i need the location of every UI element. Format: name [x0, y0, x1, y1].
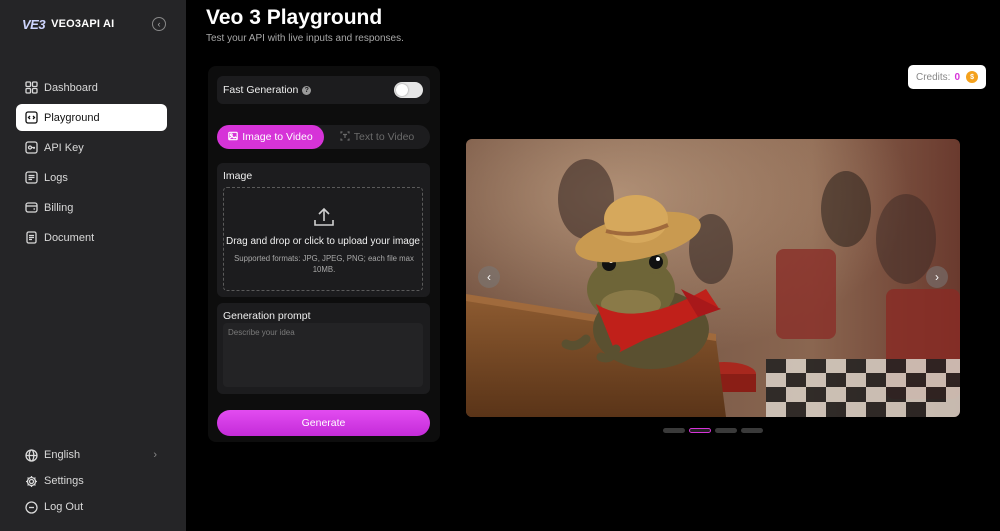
preview-image	[466, 139, 960, 417]
tab-label: Text to Video	[353, 131, 415, 143]
carousel-next-button[interactable]: ›	[926, 266, 948, 288]
sidebar-item-label: Logs	[44, 171, 68, 184]
text-frame-icon	[340, 130, 350, 144]
carousel-dot[interactable]	[741, 428, 763, 433]
language-label: English	[44, 449, 81, 461]
carousel-prev-button[interactable]: ‹	[478, 266, 500, 288]
sidebar-item-billing[interactable]: Billing	[16, 194, 167, 221]
wallet-icon	[24, 201, 38, 215]
sidebar-item-label: Settings	[44, 475, 84, 487]
sidebar-item-document[interactable]: Document	[16, 224, 167, 251]
carousel-dot[interactable]	[663, 428, 685, 433]
mode-tabs: Image to Video Text to Video	[217, 125, 430, 149]
carousel-dot[interactable]	[715, 428, 737, 433]
image-upload-card: Image Drag and drop or click to upload y…	[217, 163, 430, 297]
sidebar-item-api-key[interactable]: API Key	[16, 134, 167, 161]
sidebar-item-settings[interactable]: Settings	[16, 468, 167, 494]
fast-generation-label: Fast Generation	[223, 84, 299, 96]
coin-icon: $	[966, 71, 979, 83]
gear-icon	[24, 474, 38, 488]
sidebar-item-label: Dashboard	[44, 81, 98, 94]
generate-button[interactable]: Generate	[217, 410, 430, 436]
brand-name: VEO3API AI	[51, 18, 115, 30]
sidebar-item-label: Playground	[44, 111, 100, 124]
logout-button[interactable]: Log Out	[16, 494, 167, 520]
tab-text-to-video[interactable]: Text to Video	[324, 125, 430, 149]
brand-logo: VE3	[22, 16, 46, 32]
sidebar-item-label: API Key	[44, 141, 84, 154]
logs-icon	[24, 171, 38, 185]
chevron-right-icon: ›	[153, 449, 157, 461]
chevron-right-icon: ›	[935, 270, 939, 284]
sidebar-item-label: Log Out	[44, 501, 84, 513]
tab-label: Image to Video	[242, 131, 313, 143]
toggle-knob	[396, 84, 408, 96]
prompt-card: Generation prompt	[217, 303, 430, 394]
sidebar-item-playground[interactable]: Playground	[16, 104, 167, 131]
sidebar-item-dashboard[interactable]: Dashboard	[16, 74, 167, 101]
dropzone-text: Drag and drop or click to upload your im…	[226, 236, 420, 247]
fast-generation-row: Fast Generation ?	[217, 76, 430, 104]
page-subtitle: Test your API with live inputs and respo…	[206, 33, 404, 44]
chevron-left-icon: ‹	[487, 270, 491, 284]
grid-icon	[24, 81, 38, 95]
sidebar-bottom: English › Settings Log Out	[16, 442, 167, 520]
fast-generation-toggle[interactable]	[394, 82, 423, 98]
sidebar: VE3 VEO3API AI ‹ Dashboard Playground AP…	[0, 0, 186, 531]
credits-badge[interactable]: Credits: 0 $	[908, 65, 986, 89]
sidebar-item-logs[interactable]: Logs	[16, 164, 167, 191]
image-dropzone[interactable]: Drag and drop or click to upload your im…	[223, 187, 423, 291]
credits-label: Credits:	[916, 71, 951, 83]
help-icon[interactable]: ?	[302, 85, 312, 95]
sidebar-item-label: Document	[44, 231, 95, 244]
brand[interactable]: VE3 VEO3API AI	[22, 14, 114, 34]
upload-icon	[312, 205, 336, 229]
globe-icon	[24, 448, 38, 462]
code-icon	[24, 111, 38, 125]
chevron-left-icon: ‹	[157, 18, 161, 29]
carousel-dot-active[interactable]	[689, 428, 711, 433]
sidebar-item-label: Billing	[44, 201, 74, 214]
image-icon	[228, 131, 239, 144]
carousel-indicators	[663, 428, 763, 433]
image-label: Image	[223, 170, 253, 182]
page-title: Veo 3 Playground	[206, 6, 383, 29]
credits-value: 0	[954, 71, 961, 83]
key-icon	[24, 141, 38, 155]
prompt-label: Generation prompt	[223, 310, 311, 322]
preview-carousel: ‹ ›	[466, 139, 960, 417]
tab-image-to-video[interactable]: Image to Video	[217, 125, 324, 149]
collapse-sidebar-button[interactable]: ‹	[152, 17, 166, 31]
prompt-input[interactable]	[223, 323, 423, 387]
language-selector[interactable]: English ›	[16, 442, 167, 468]
logout-icon	[24, 500, 38, 514]
sidebar-nav: Dashboard Playground API Key Logs Billin…	[16, 74, 167, 254]
document-icon	[24, 231, 38, 245]
dropzone-hint: Supported formats: JPG, JPEG, PNG; each …	[234, 254, 414, 274]
